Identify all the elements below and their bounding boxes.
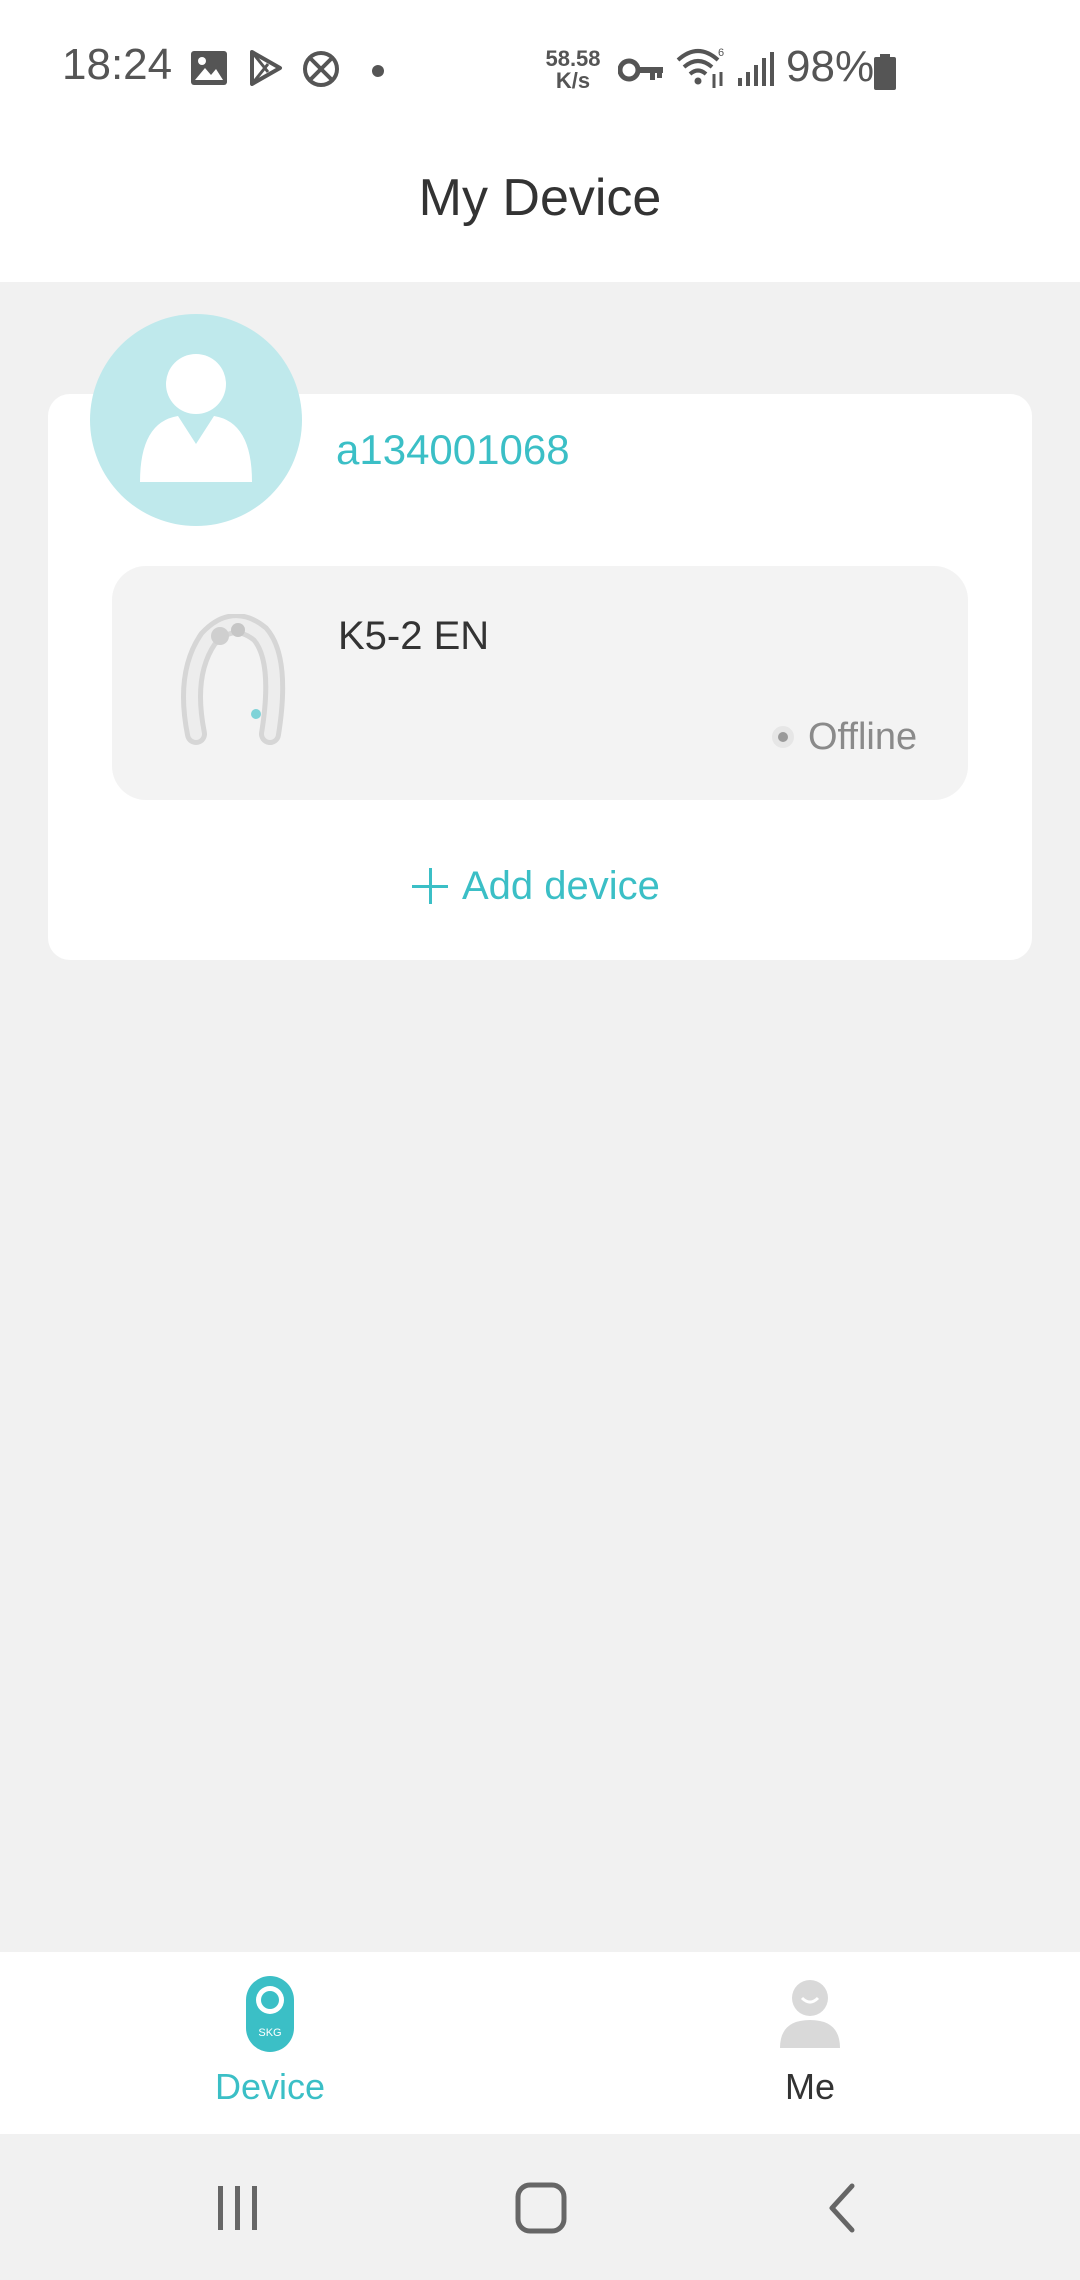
play-store-icon	[248, 50, 284, 91]
device-name: K5-2 EN	[338, 614, 490, 658]
tab-me[interactable]: Me	[660, 1952, 960, 2134]
bottom-tab-bar: SKG Device Me	[0, 1952, 1080, 2134]
do-not-disturb-icon	[302, 50, 340, 93]
system-nav-bar	[0, 2134, 1080, 2280]
vpn-key-icon	[617, 56, 664, 89]
battery-percent: 98%	[786, 42, 875, 91]
wifi-icon: 6	[676, 46, 726, 95]
notification-dot-icon	[372, 64, 384, 82]
add-device-button[interactable]: Add device	[412, 856, 660, 916]
page-title: My Device	[418, 169, 662, 227]
tab-me-label: Me	[784, 2066, 835, 2107]
network-speed: 58.58 K/s	[540, 48, 606, 92]
home-icon[interactable]	[514, 2178, 568, 2243]
device-status: Offline	[772, 712, 917, 762]
tab-device-label: Device	[214, 2066, 326, 2107]
device-status-text: Offline	[808, 715, 918, 758]
back-icon[interactable]	[822, 2178, 862, 2243]
skg-device-icon: SKG	[238, 1974, 302, 2054]
signal-icon	[736, 50, 774, 93]
neck-massager-icon	[178, 613, 288, 764]
svg-text:6: 6	[718, 47, 724, 59]
net-speed-value: 58.58	[545, 46, 601, 71]
profile-icon	[778, 1974, 842, 2054]
device-item[interactable]: K5-2 EN Offline	[112, 566, 968, 800]
net-speed-unit: K/s	[555, 68, 591, 93]
app-header: My Device	[0, 140, 1080, 282]
svg-text:SKG: SKG	[258, 2027, 281, 2039]
status-bar: 18:24 58.58 K/s 6 98%	[0, 0, 1080, 140]
recent-apps-icon[interactable]	[214, 2178, 262, 2243]
screen: 18:24 58.58 K/s 6 98% My Device K5-2 EN …	[0, 0, 1080, 2280]
plus-icon	[412, 868, 448, 904]
tab-device[interactable]: SKG Device	[120, 1952, 420, 2134]
username: a134001068	[336, 426, 570, 473]
avatar[interactable]	[90, 314, 302, 526]
offline-dot-icon	[772, 726, 794, 748]
status-time: 18:24	[62, 40, 173, 89]
add-device-label: Add device	[462, 863, 660, 908]
battery-icon	[874, 54, 896, 95]
image-icon	[190, 50, 228, 91]
